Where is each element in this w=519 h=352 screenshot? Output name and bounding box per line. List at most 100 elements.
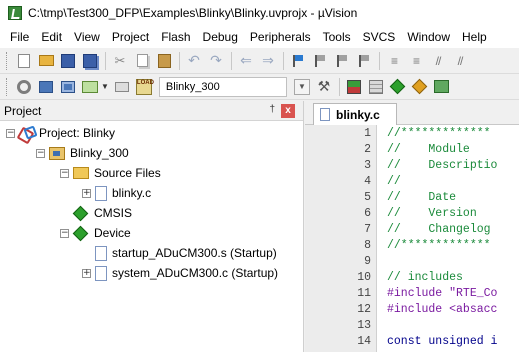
manage-rte-button[interactable] [389,78,407,96]
menu-tools[interactable]: Tools [317,30,357,44]
project-panel-header: Project † x [0,101,303,121]
download-button[interactable]: LOAD [135,78,154,96]
menu-flash[interactable]: Flash [155,30,196,44]
new-file-button[interactable] [15,52,33,70]
tab-blinky-c[interactable]: blinky.c [313,103,397,125]
toolbar-separator [179,51,180,70]
navigate-forward-button[interactable]: ⇒ [259,52,277,70]
manage-project-items-button[interactable] [345,78,363,96]
tree-item-target[interactable]: − Blinky_300 [36,143,129,163]
menu-svcs[interactable]: SVCS [357,30,402,44]
target-options-button[interactable]: ⚒ [315,78,333,96]
paste-button[interactable] [155,52,173,70]
file-toolbar: ✂ ↶ ↷ ⇐ ⇒ ≡ ≡ // // [0,48,519,74]
code-text: // Changelog [387,222,491,236]
unindent-button[interactable]: ≡ [407,52,425,70]
batch-build-icon [82,80,98,93]
redo-button[interactable]: ↷ [207,52,225,70]
comment-button[interactable]: // [429,52,447,70]
collapse-icon[interactable]: − [36,148,45,158]
insert-bookmark-button[interactable] [289,52,307,70]
undo-icon: ↶ [188,52,200,68]
save-icon [61,53,75,68]
collapse-icon[interactable]: − [60,168,69,178]
line-number: 14 [357,334,371,348]
collapse-icon[interactable]: − [60,228,69,238]
menu-debug[interactable]: Debug [197,30,244,44]
toolbar-grip[interactable] [6,51,9,70]
target-dropdown-button[interactable]: ▼ [293,78,311,96]
asm-file-icon [95,245,107,261]
magic-wand-icon: ⚒ [317,78,331,94]
clear-bookmarks-button[interactable] [355,52,373,70]
tree-item-blinky-c[interactable]: + blinky.c [82,183,151,203]
tree-item-project[interactable]: − Project: Blinky [6,123,115,143]
menu-project[interactable]: Project [106,30,155,44]
cut-button[interactable]: ✂ [111,52,129,70]
clear-bookmarks-icon [359,54,369,67]
translate-gear-icon [17,79,31,94]
c-file-icon [320,108,330,121]
tree-item-system[interactable]: + system_ADuCM300.c (Startup) [82,263,278,283]
select-software-packs-button[interactable] [411,78,429,96]
code-editor[interactable]: 1 //************* 2 // Module 3 // Descr… [305,125,519,352]
toolbar-grip[interactable] [6,77,9,96]
unindent-icon: ≡ [412,53,420,68]
code-text: // Date [387,190,457,204]
expand-icon[interactable]: + [82,268,91,278]
line-number: 11 [357,286,371,300]
tree-item-label: Project: Blinky [39,126,116,140]
project-panel: Project † x − Project: Blinky − Blinky_3… [0,101,304,352]
file-extensions-button[interactable] [367,78,385,96]
close-icon[interactable]: x [281,104,295,118]
project-icon [19,127,34,140]
line-number: 12 [357,302,371,316]
tree-item-source-files[interactable]: − Source Files [60,163,161,183]
tab-label: blinky.c [336,107,380,122]
menu-peripherals[interactable]: Peripherals [244,30,317,44]
indent-button[interactable]: ≡ [385,52,403,70]
rebuild-button[interactable] [59,78,77,96]
batch-build-button[interactable] [81,78,99,96]
build-button[interactable] [37,78,55,96]
component-icon [72,205,89,221]
uncomment-button[interactable]: // [451,52,469,70]
stop-build-button[interactable] [113,78,131,96]
target-icon [49,146,65,160]
code-text: //************* [387,126,491,140]
save-button[interactable] [59,52,77,70]
save-all-button[interactable] [81,52,99,70]
tree-item-device[interactable]: − Device [60,223,131,243]
uncomment-icon: // [457,53,464,68]
menu-file[interactable]: File [4,30,35,44]
copy-icon [136,54,148,67]
target-select[interactable]: Blinky_300 [158,76,287,97]
next-bookmark-button[interactable] [333,52,351,70]
pack-installer-button[interactable] [433,78,451,96]
expand-icon[interactable]: + [82,188,91,198]
previous-bookmark-button[interactable] [311,52,329,70]
line-number: 2 [364,142,371,156]
navigate-back-button[interactable]: ⇐ [237,52,255,70]
tree-item-startup[interactable]: startup_ADuCM300.s (Startup) [82,243,277,263]
collapse-icon[interactable]: − [6,128,15,138]
manage-project-icon [346,79,361,94]
pin-icon[interactable]: † [269,104,275,115]
menu-edit[interactable]: Edit [35,30,68,44]
chevron-down-icon[interactable]: ▼ [101,82,109,91]
menu-help[interactable]: Help [456,30,493,44]
copy-button[interactable] [133,52,151,70]
toolbar-separator [379,51,380,70]
undo-button[interactable]: ↶ [185,52,203,70]
code-text: // includes [387,270,463,284]
open-file-button[interactable] [37,52,55,70]
line-number: 3 [364,158,371,172]
tree-item-label: Source Files [94,166,161,180]
stop-build-icon [114,81,129,92]
tree-item-cmsis[interactable]: CMSIS [60,203,132,223]
menu-window[interactable]: Window [401,30,456,44]
menu-view[interactable]: View [68,30,106,44]
line-number: 1 [364,126,371,140]
translate-button[interactable] [15,78,33,96]
indent-icon: ≡ [390,53,398,68]
